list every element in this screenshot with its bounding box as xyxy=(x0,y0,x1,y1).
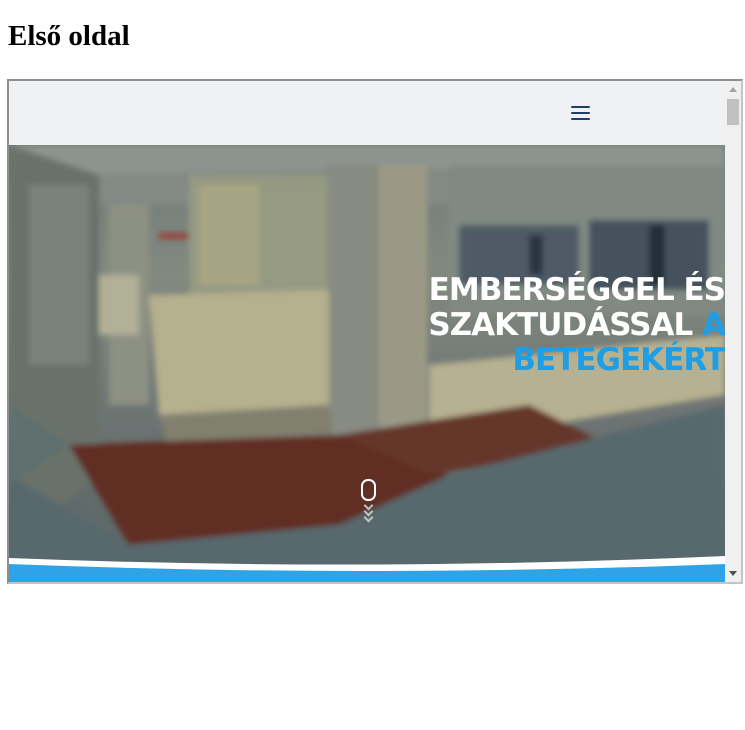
embedded-site-frame[interactable]: EMBERSÉGGEL ÉS SZAKTUDÁSSAL A BETEGEKÉRT xyxy=(7,79,743,584)
scrollbar-thumb[interactable] xyxy=(727,99,739,125)
hero-bottom-wave xyxy=(9,556,725,582)
hero-headline-white: EMBERSÉGGEL ÉS SZAKTUDÁSSAL xyxy=(428,272,725,343)
hero-headline-blue-betegekert: BETEGEKÉRT xyxy=(512,342,725,378)
scroll-down-arrow-icon[interactable] xyxy=(729,571,737,576)
hero-headline-blue-a: A xyxy=(702,307,725,343)
page-title: Első oldal xyxy=(8,20,130,52)
scroll-down-indicator[interactable] xyxy=(360,479,376,523)
site-header xyxy=(9,81,725,145)
iframe-scrollbar[interactable] xyxy=(725,81,741,582)
hamburger-menu-icon[interactable] xyxy=(571,105,591,121)
hero-section: EMBERSÉGGEL ÉS SZAKTUDÁSSAL A BETEGEKÉRT xyxy=(9,145,725,582)
mouse-scroll-icon xyxy=(360,479,376,501)
scroll-up-arrow-icon[interactable] xyxy=(729,87,737,92)
hero-headline: EMBERSÉGGEL ÉS SZAKTUDÁSSAL A BETEGEKÉRT xyxy=(305,273,725,378)
